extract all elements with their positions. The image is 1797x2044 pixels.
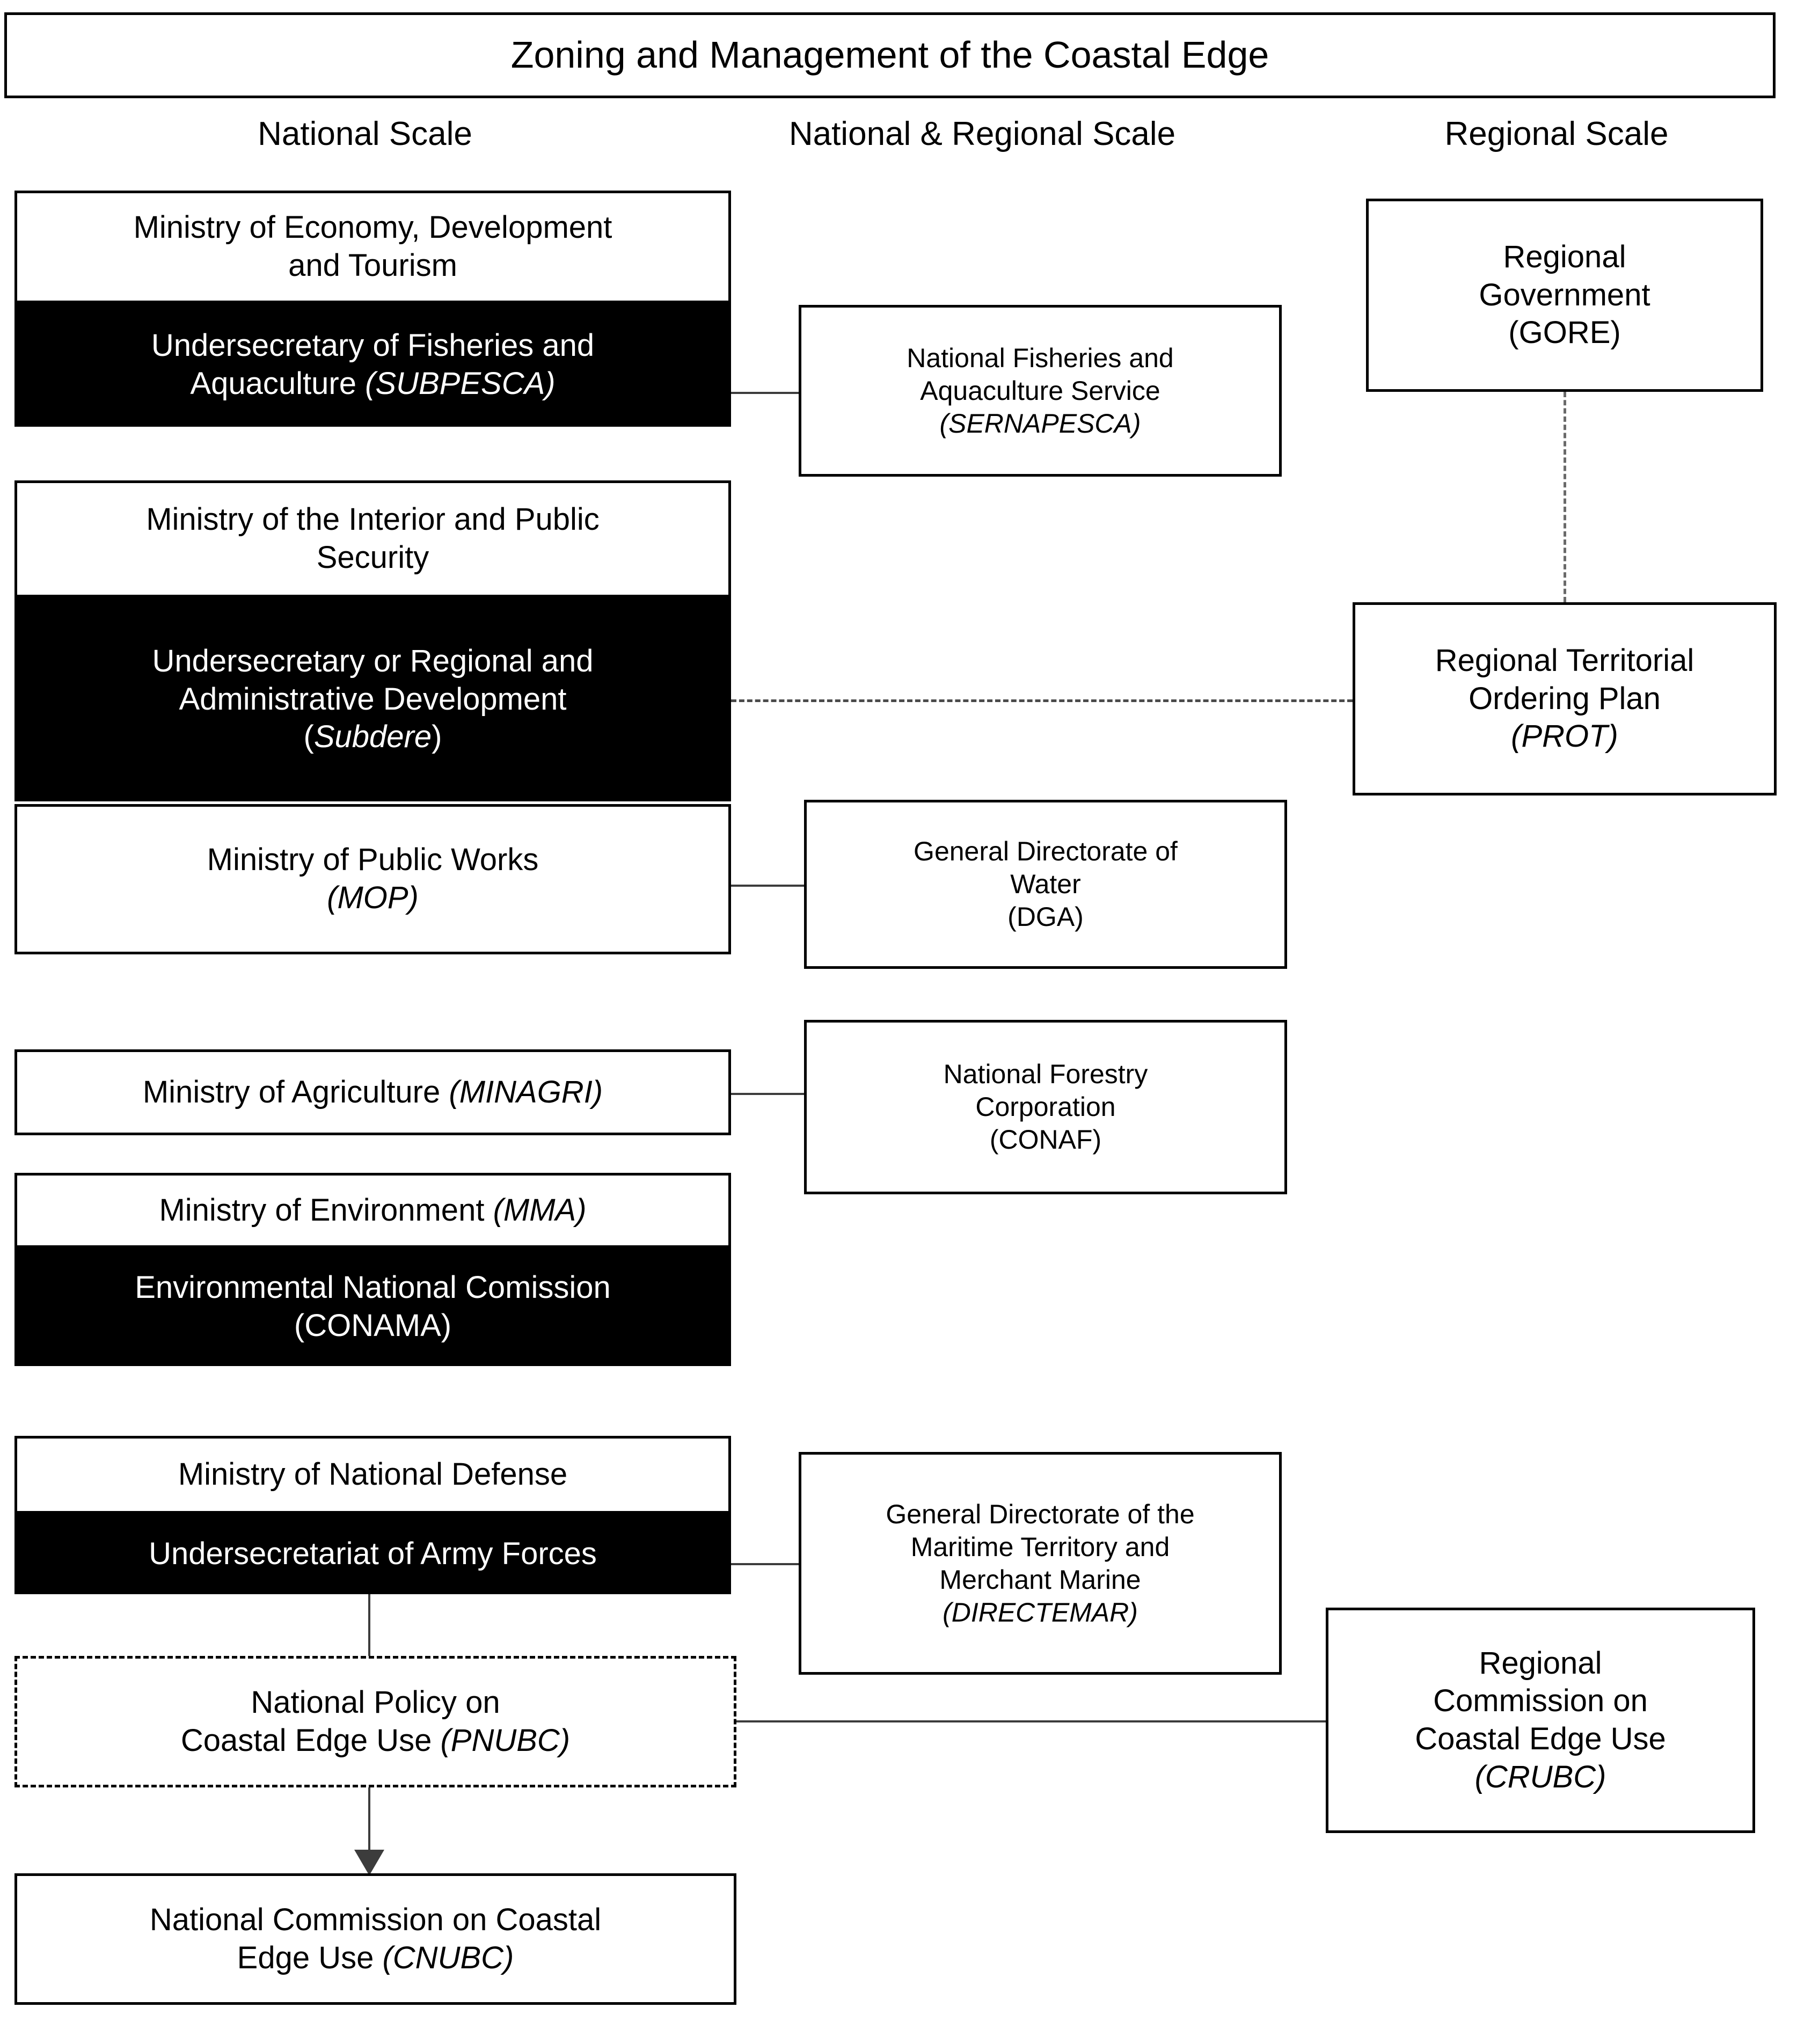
box-ministry-of-public-works[interactable]: Ministry of Public Works (MOP) bbox=[14, 804, 731, 954]
connector-subpesca-sernapesca bbox=[731, 392, 800, 394]
connector-pnubc-crubc bbox=[736, 1720, 1327, 1722]
box-ministry-of-public-works-label: Ministry of Public Works (MOP) bbox=[207, 842, 539, 915]
diagram-title-box: Zoning and Management of the Coastal Edg… bbox=[4, 12, 1776, 98]
box-directemar[interactable]: General Directorate of the Maritime Terri… bbox=[799, 1452, 1282, 1675]
box-ministry-of-interior[interactable]: Ministry of the Interior and Public Secur… bbox=[14, 480, 731, 597]
box-cnubc-label: National Commission on Coastal Edge Use (… bbox=[149, 1902, 602, 1975]
column-header-national-scale: National Scale bbox=[258, 115, 472, 152]
box-directemar-label: General Directorate of the Maritime Terri… bbox=[886, 1499, 1195, 1627]
box-ministry-of-agriculture-label: Ministry of Agriculture (MINAGRI) bbox=[142, 1074, 603, 1109]
box-conaf[interactable]: National Forestry Corporation (CONAF) bbox=[804, 1020, 1287, 1194]
box-ministry-of-economy-label: Ministry of Economy, Development and Tour… bbox=[133, 210, 612, 283]
box-ministry-of-environment[interactable]: Ministry of Environment (MMA) bbox=[14, 1173, 731, 1248]
box-crubc[interactable]: Regional Commission on Coastal Edge Use (CR… bbox=[1326, 1608, 1755, 1833]
box-subdere[interactable]: Undersecretary or Regional and Administra… bbox=[14, 597, 731, 801]
box-prot-label: Regional Territorial Ordering Plan (PROT) bbox=[1435, 643, 1694, 754]
connector-army-directemar bbox=[731, 1563, 800, 1565]
box-ministry-of-national-defense-label: Ministry of National Defense bbox=[178, 1457, 568, 1492]
arrow-pnubc-cnubc-head bbox=[354, 1850, 384, 1875]
box-conama[interactable]: Environmental National Comission (CONAMA) bbox=[14, 1248, 731, 1366]
box-dga[interactable]: General Directorate of Water (DGA) bbox=[804, 800, 1287, 969]
box-ministry-of-national-defense[interactable]: Ministry of National Defense bbox=[14, 1436, 731, 1514]
connector-gore-prot-dashed bbox=[1564, 392, 1566, 602]
box-subpesca[interactable]: Undersecretary of Fisheries and Aquacultu… bbox=[14, 303, 731, 427]
connector-minagri-conaf bbox=[731, 1093, 805, 1095]
box-undersecretariat-of-army-forces-label: Undersecretariat of Army Forces bbox=[149, 1536, 597, 1571]
column-header-regional-scale: Regional Scale bbox=[1444, 115, 1669, 152]
box-subdere-label: Undersecretary or Regional and Administra… bbox=[152, 643, 594, 755]
column-header-national-regional-scale: National & Regional Scale bbox=[788, 115, 1176, 152]
connector-subdere-prot-dashed bbox=[731, 699, 1353, 702]
box-sernapesca-label: National Fisheries and Aquaculture Servic… bbox=[907, 342, 1174, 439]
box-crubc-label: Regional Commission on Coastal Edge Use (CR… bbox=[1415, 1645, 1666, 1794]
box-undersecretariat-of-army-forces[interactable]: Undersecretariat of Army Forces bbox=[14, 1514, 731, 1594]
connector-mop-dga bbox=[731, 885, 805, 887]
box-dga-label: General Directorate of Water (DGA) bbox=[914, 836, 1178, 932]
box-regional-government-label: Regional Government (GORE) bbox=[1479, 239, 1650, 351]
box-conaf-label: National Forestry Corporation (CONAF) bbox=[943, 1059, 1148, 1155]
box-prot[interactable]: Regional Territorial Ordering Plan (PROT) bbox=[1353, 602, 1777, 795]
box-cnubc[interactable]: National Commission on Coastal Edge Use (… bbox=[14, 1873, 736, 2005]
box-pnubc[interactable]: National Policy on Coastal Edge Use (PNUB… bbox=[14, 1656, 736, 1787]
box-pnubc-label: National Policy on Coastal Edge Use (PNUB… bbox=[180, 1684, 571, 1758]
box-ministry-of-interior-label: Ministry of the Interior and Public Secur… bbox=[146, 502, 600, 575]
box-ministry-of-environment-label: Ministry of Environment (MMA) bbox=[159, 1192, 587, 1228]
connector-army-pnubc bbox=[368, 1594, 370, 1658]
box-ministry-of-agriculture[interactable]: Ministry of Agriculture (MINAGRI) bbox=[14, 1049, 731, 1135]
box-conama-label: Environmental National Comission (CONAMA) bbox=[135, 1270, 611, 1343]
box-regional-government[interactable]: Regional Government (GORE) bbox=[1366, 199, 1763, 392]
box-ministry-of-economy[interactable]: Ministry of Economy, Development and Tour… bbox=[14, 191, 731, 303]
box-sernapesca[interactable]: National Fisheries and Aquaculture Servic… bbox=[799, 305, 1282, 477]
diagram-title: Zoning and Management of the Coastal Edg… bbox=[510, 34, 1269, 76]
box-subpesca-label: Undersecretary of Fisheries and Aquacultu… bbox=[151, 328, 595, 401]
diagram-canvas: Zoning and Management of the Coastal Edg… bbox=[0, 0, 1797, 2044]
